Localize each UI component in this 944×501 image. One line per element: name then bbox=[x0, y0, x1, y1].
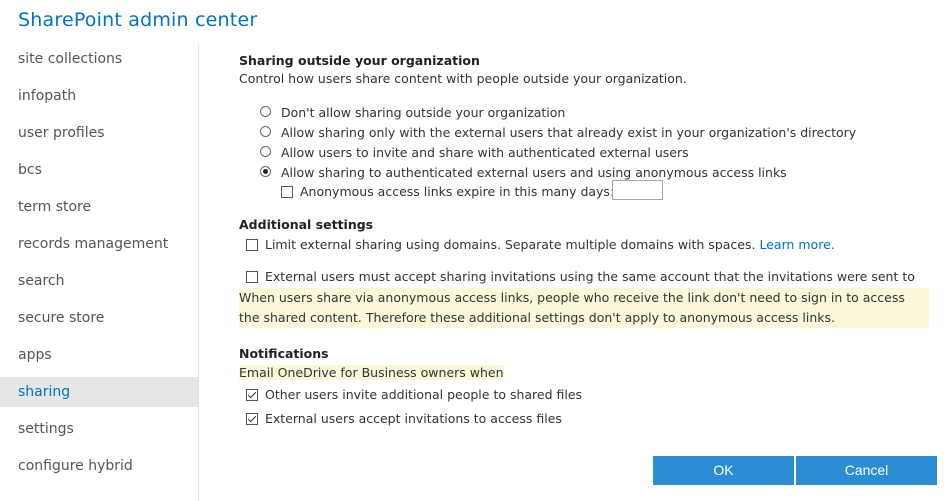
cancel-button[interactable]: Cancel bbox=[796, 456, 937, 485]
sharing-option-existing-label: Allow sharing only with the external use… bbox=[280, 125, 857, 140]
sidebar-nav: site collections infopath user profiles … bbox=[0, 44, 199, 501]
sidebar-item-bcs[interactable]: bcs bbox=[0, 155, 198, 185]
app-title: SharePoint admin center bbox=[18, 9, 258, 31]
notify-accept-row: External users accept invitations to acc… bbox=[246, 411, 562, 426]
sharing-option-anonymous-label: Allow sharing to authenticated external … bbox=[280, 165, 787, 180]
notifications-subtitle: Email OneDrive for Business owners when bbox=[239, 365, 504, 380]
additional-settings-heading: Additional settings bbox=[239, 217, 374, 232]
anonymous-expire-label: Anonymous access links expire in this ma… bbox=[300, 184, 615, 199]
radio-existing[interactable] bbox=[260, 126, 271, 137]
sidebar-item-user-profiles[interactable]: user profiles bbox=[0, 118, 198, 148]
sharing-outside-heading: Sharing outside your organization bbox=[239, 53, 480, 68]
ok-button[interactable]: OK bbox=[653, 456, 794, 485]
limit-domains-label: Limit external sharing using domains. Se… bbox=[265, 237, 756, 252]
notify-accept-checkbox[interactable] bbox=[246, 412, 258, 425]
sharing-option-authenticated[interactable]: Allow users to invite and share with aut… bbox=[260, 145, 689, 160]
sidebar-item-configure-hybrid[interactable]: configure hybrid bbox=[0, 451, 198, 481]
sharing-option-none[interactable]: Don't allow sharing outside your organiz… bbox=[260, 105, 565, 120]
accept-same-account-label: External users must accept sharing invit… bbox=[265, 269, 915, 284]
sharing-option-anonymous[interactable]: Allow sharing to authenticated external … bbox=[260, 165, 787, 180]
sidebar-item-secure-store[interactable]: secure store bbox=[0, 303, 198, 333]
sidebar-item-term-store[interactable]: term store bbox=[0, 192, 198, 222]
sharing-option-none-label: Don't allow sharing outside your organiz… bbox=[280, 105, 566, 120]
radio-anonymous[interactable] bbox=[260, 166, 271, 177]
anonymous-expire-days-input[interactable] bbox=[612, 180, 663, 200]
notify-accept-label: External users accept invitations to acc… bbox=[265, 411, 562, 426]
learn-more-link[interactable]: Learn more. bbox=[759, 237, 834, 252]
radio-authenticated[interactable] bbox=[260, 146, 271, 157]
sidebar-item-settings[interactable]: settings bbox=[0, 414, 198, 444]
notify-invite-checkbox[interactable] bbox=[246, 388, 258, 401]
anonymous-expire-row: Anonymous access links expire in this ma… bbox=[281, 184, 614, 199]
sidebar-item-apps[interactable]: apps bbox=[0, 340, 198, 370]
accept-same-account-row: External users must accept sharing invit… bbox=[246, 269, 915, 284]
anonymous-expire-checkbox[interactable] bbox=[281, 185, 293, 198]
sidebar-item-site-collections[interactable]: site collections bbox=[0, 44, 198, 74]
anonymous-links-note: When users share via anonymous access li… bbox=[239, 288, 929, 328]
sharing-option-existing[interactable]: Allow sharing only with the external use… bbox=[260, 125, 856, 140]
notify-invite-label: Other users invite additional people to … bbox=[265, 387, 583, 402]
sidebar-item-sharing[interactable]: sharing bbox=[0, 377, 198, 407]
notifications-heading: Notifications bbox=[239, 346, 329, 361]
sidebar-item-infopath[interactable]: infopath bbox=[0, 81, 198, 111]
accept-same-account-checkbox[interactable] bbox=[246, 270, 258, 283]
limit-domains-row: Limit external sharing using domains. Se… bbox=[246, 237, 835, 252]
sharing-option-authenticated-label: Allow users to invite and share with aut… bbox=[280, 145, 689, 160]
sidebar-item-search[interactable]: search bbox=[0, 266, 198, 296]
sidebar-item-records-management[interactable]: records management bbox=[0, 229, 198, 259]
limit-domains-checkbox[interactable] bbox=[246, 238, 258, 251]
sharing-outside-description: Control how users share content with peo… bbox=[239, 71, 687, 86]
notify-invite-row: Other users invite additional people to … bbox=[246, 387, 582, 402]
radio-none[interactable] bbox=[260, 106, 271, 117]
